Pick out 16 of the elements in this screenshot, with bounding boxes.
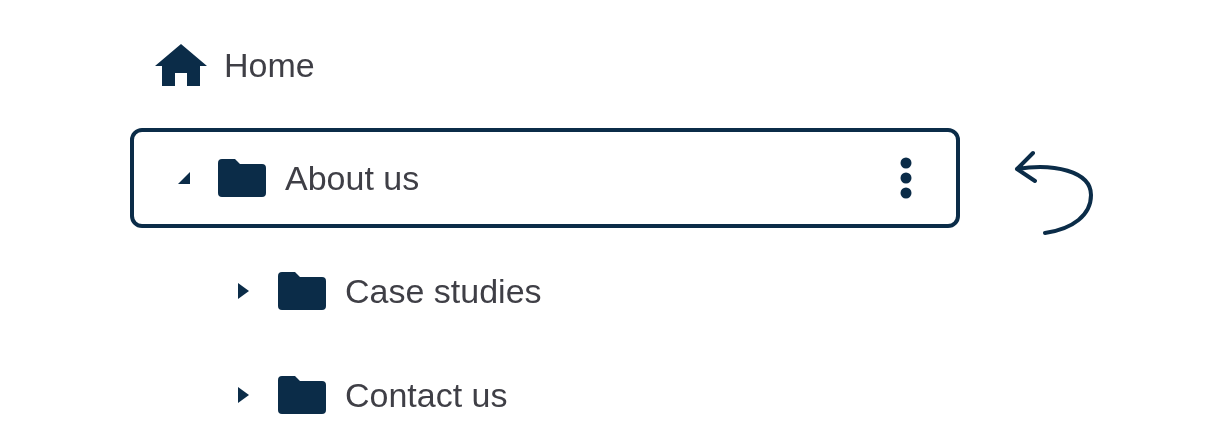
collapsed-caret-icon[interactable] (238, 283, 249, 299)
collapsed-caret-icon[interactable] (238, 387, 249, 403)
tree-item-label: Home (224, 44, 315, 86)
more-options-icon[interactable] (900, 157, 912, 199)
folder-icon (278, 272, 326, 310)
tree-item[interactable]: Contact us (130, 345, 960, 440)
selected-tree-item[interactable]: About us (130, 128, 960, 228)
folder-icon (218, 159, 266, 197)
tree-item[interactable]: Case studies (130, 241, 960, 341)
curved-arrow-icon (1013, 149, 1095, 237)
tree-item-label: Contact us (345, 374, 508, 416)
tree-item-label: Case studies (345, 270, 542, 312)
folder-icon (278, 376, 326, 414)
expanded-caret-icon[interactable] (178, 172, 190, 184)
home-icon (155, 44, 207, 86)
tree-item-label: About us (285, 157, 420, 199)
